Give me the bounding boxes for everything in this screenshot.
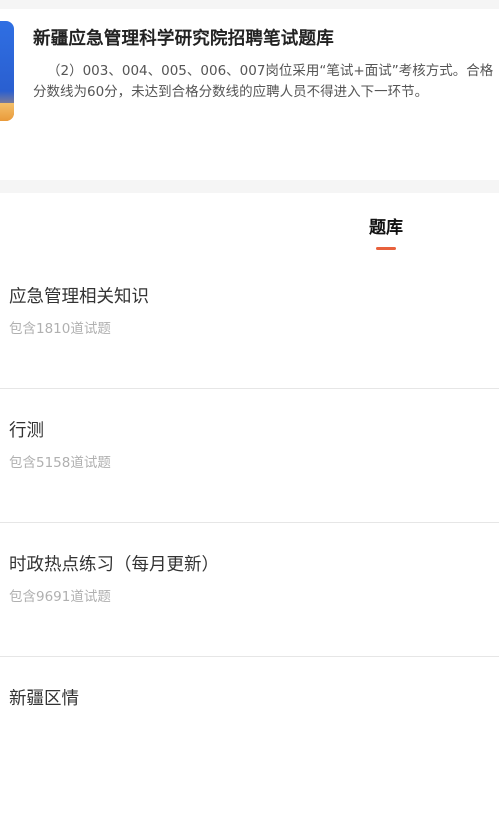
question-bank-count: 包含1810道试题 [9,321,111,337]
page: 新疆应急管理科学研究院招聘笔试题库 （2）003、004、005、006、007… [0,0,499,826]
tab-label: 题库 [369,218,403,238]
question-bank-list: 应急管理相关知识 包含1810道试题 行测 包含5158道试题 时政热点练习（每… [0,255,499,791]
question-bank-item[interactable]: 新疆区情 [0,657,499,791]
tab-bar: 题库 [0,193,499,253]
question-bank-name: 应急管理相关知识 [9,287,149,307]
exam-header-card: 新疆应急管理科学研究院招聘笔试题库 （2）003、004、005、006、007… [0,9,499,142]
question-bank-name: 时政热点练习（每月更新） [9,555,219,575]
active-tab-indicator [376,247,396,250]
book-cover-thumbnail[interactable] [0,21,14,121]
question-bank-item[interactable]: 时政热点练习（每月更新） 包含9691道试题 [0,523,499,657]
question-bank-count: 包含9691道试题 [9,589,111,605]
question-bank-item[interactable]: 行测 包含5158道试题 [0,389,499,523]
question-bank-name: 新疆区情 [9,689,79,709]
tab-question-bank[interactable]: 题库 [351,213,421,250]
top-divider [0,0,499,9]
section-gap [0,180,499,193]
question-bank-count: 包含5158道试题 [9,455,111,471]
question-bank-name: 行测 [9,421,44,441]
exam-title: 新疆应急管理科学研究院招聘笔试题库 [33,29,334,49]
question-bank-item[interactable]: 应急管理相关知识 包含1810道试题 [0,255,499,389]
exam-description: （2）003、004、005、006、007岗位采用“笔试+面试”考核方式。合格… [33,63,494,100]
